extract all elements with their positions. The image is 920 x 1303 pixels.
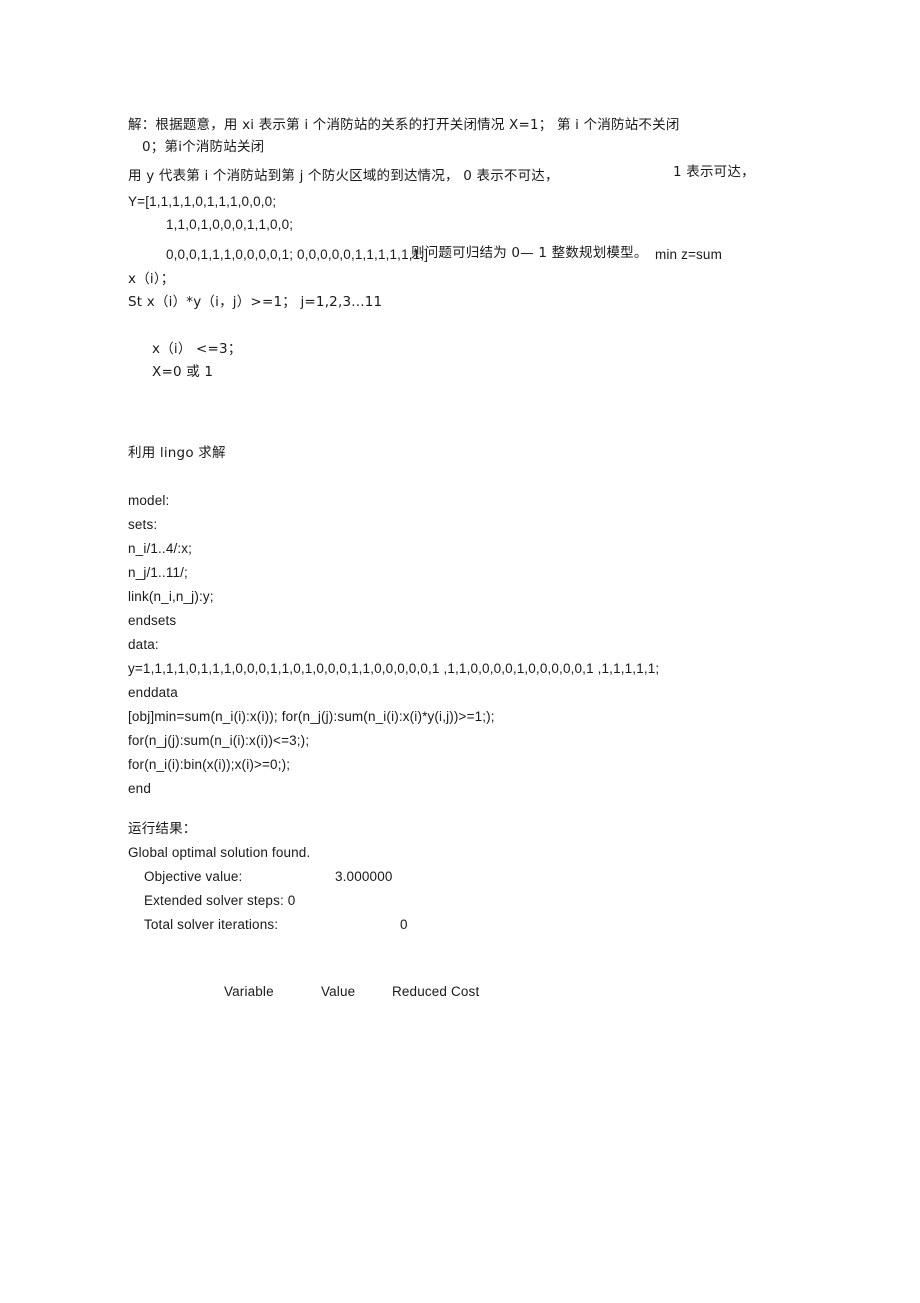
results-row-label-2: Total solver iterations:	[144, 917, 279, 932]
conclusion-text: 则问题可归结为 0— 1 整数规划模型。	[411, 245, 648, 261]
results-heading: 运行结果：	[128, 821, 197, 837]
lingo-code-line-12: end	[128, 781, 151, 796]
results-row-value-0: 3.000000	[335, 869, 393, 884]
lingo-code-line-0: model:	[128, 493, 170, 508]
results-row-label-0: Objective value:	[144, 869, 243, 884]
solution-intro-line-1: 解：根据题意，用 xi 表示第 i 个消防站的关系的打开关闭情况 X=1； 第 …	[128, 117, 680, 133]
results-status: Global optimal solution found.	[128, 845, 311, 860]
matrix-row-1: Y=[1,1,1,1,0,1,1,1,0,0,0;	[128, 194, 277, 209]
constraint-st: St x（i）*y（i，j）>=1； j=1,2,3...11	[128, 294, 383, 310]
lingo-code-line-5: endsets	[128, 613, 177, 628]
lingo-code-line-1: sets:	[128, 517, 158, 532]
lingo-code-line-9-objective: [obj]min=sum(n_i(i):x(i)); for(n_j(j):su…	[128, 709, 495, 724]
lingo-code-line-3: n_j/1..11/;	[128, 565, 188, 580]
lingo-code-line-10: for(n_j(j):sum(n_i(i):x(i))<=3;);	[128, 733, 310, 748]
lingo-code-line-11: for(n_i(i):bin(x(i));x(i)>=0;);	[128, 757, 291, 772]
objective-head: min z=sum	[655, 247, 722, 262]
y-definition-right: 1 表示可达，	[673, 164, 755, 180]
table-header-reduced-cost: Reduced Cost	[392, 984, 480, 999]
matrix-row-2: 1,1,0,1,0,0,0,1,1,0,0;	[166, 217, 294, 232]
lingo-heading: 利用 lingo 求解	[128, 445, 226, 461]
lingo-code-line-6: data:	[128, 637, 159, 652]
y-definition-left: 用 y 代表第 i 个消防站到第 j 个防火区域的到达情况， 0 表示不可达，	[128, 168, 559, 184]
lingo-code-line-2: n_i/1..4/:x;	[128, 541, 193, 556]
matrix-row-3-4: 0,0,0,1,1,1,0,0,0,0,1; 0,0,0,0,0,1,1,1,1…	[166, 247, 429, 262]
lingo-code-line-8: enddata	[128, 685, 178, 700]
solution-intro-line-2: 0；第i个消防站关闭	[142, 139, 265, 155]
lingo-code-line-4: link(n_i,n_j):y;	[128, 589, 214, 604]
constraint-capacity: x（i） <=3；	[152, 341, 242, 357]
table-header-variable: Variable	[224, 984, 274, 999]
document-page: 解：根据题意，用 xi 表示第 i 个消防站的关系的打开关闭情况 X=1； 第 …	[0, 0, 920, 1303]
results-row-value-2: 0	[400, 917, 408, 932]
results-row-label-1: Extended solver steps: 0	[144, 893, 296, 908]
lingo-code-line-7-data-vector: y=1,1,1,1,0,1,1,1,0,0,0,1,1,0,1,0,0,0,1,…	[128, 661, 660, 676]
table-header-value: Value	[321, 984, 356, 999]
objective-tail: x（i）；	[128, 271, 175, 287]
constraint-binary: X=0 或 1	[152, 364, 214, 380]
